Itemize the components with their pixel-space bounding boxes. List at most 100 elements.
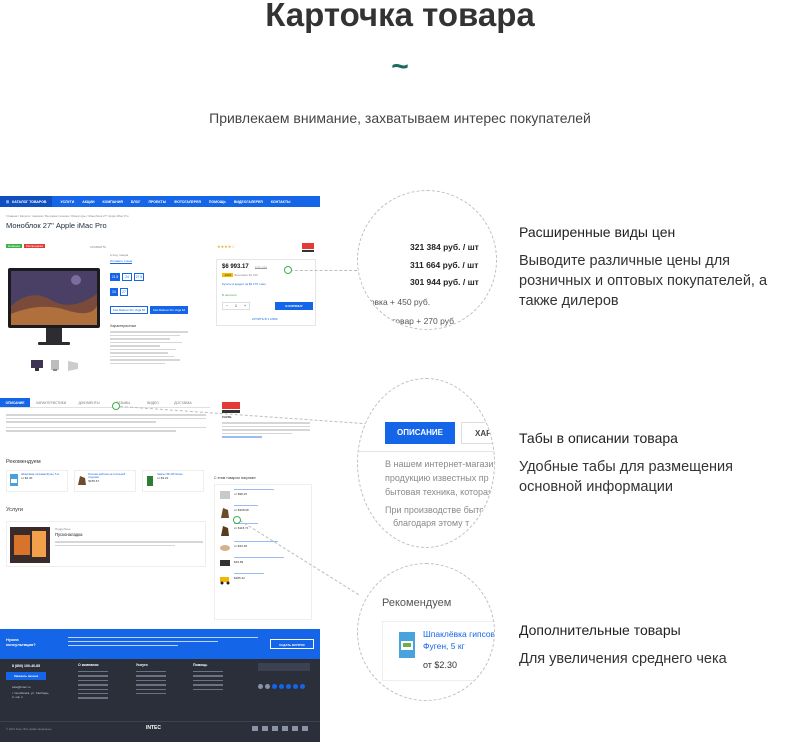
also-item[interactable]: от $98.25 [219, 489, 307, 501]
tab-description[interactable]: ОПИСАНИЕ [0, 398, 30, 407]
catalog-button[interactable]: ☰ КАТАЛОГ ТОВАРОВ [0, 196, 53, 207]
option-button[interactable]: 21.5 [110, 273, 120, 281]
thumbnail[interactable] [48, 359, 62, 372]
recommend-card-zoom[interactable]: Шпаклёвка гипсов Фуген, 5 кг от $2.30 [382, 621, 494, 681]
service-desc [55, 541, 203, 548]
also-bought-title: С этим товаром покупают [214, 476, 256, 480]
service-tag: Подробнее [55, 527, 71, 531]
nav-item[interactable]: ПРОЕКТЫ [148, 200, 166, 204]
spec-lines [110, 331, 188, 364]
recommend-card[interactable]: Ботинки рабочие на сплошной подошве $155.… [74, 470, 136, 492]
tab-specs-zoom[interactable]: ХАР [461, 422, 494, 444]
payment-icons [252, 726, 308, 731]
subscribe-title: Нужна консультация? [6, 637, 36, 647]
recommend-price: $155.67 [88, 479, 100, 483]
tab-description-zoom[interactable]: ОПИСАНИЕ [385, 422, 455, 444]
nav-item[interactable]: ПОМОЩЬ [209, 200, 226, 204]
tab-text-line: В нашем интернет-магази [385, 459, 494, 469]
recommend-card[interactable]: Шпаклёвка гипсовая Фуген, 5 кг от $2.30 [6, 470, 68, 492]
option-button[interactable]: 27 [120, 288, 128, 296]
nav-item[interactable]: УСЛУГИ [60, 200, 74, 204]
social-icon[interactable] [272, 684, 277, 689]
price-tier: 311 664 руб. / шт [410, 260, 479, 270]
breadcrumb[interactable]: Главная / Каталог товаров / Бытовая техн… [6, 214, 129, 218]
compare-link[interactable]: СРАВНИТЬ [90, 245, 106, 249]
option-button[interactable]: 27.5 [134, 273, 144, 281]
quick-order-link[interactable]: КУПИТЬ В 1 КЛИК [252, 317, 278, 321]
payment-icon [262, 726, 268, 731]
social-icon[interactable] [293, 684, 298, 689]
price-note: ковка + 450 руб. [366, 297, 431, 307]
footer: Нужна консультация? ЗАДАТЬ ВОПРОС 8 (800… [0, 629, 320, 742]
also-item[interactable]: $49.89 [219, 557, 307, 569]
size-options: 21.5 24 27.5 [110, 273, 188, 281]
payment-icon [252, 726, 258, 731]
thumbnail[interactable] [30, 359, 44, 372]
tab-delivery[interactable]: ДОСТАВКА [166, 398, 200, 407]
recommend-name-zoom[interactable]: Шпаклёвка гипсов [423, 629, 494, 639]
footer-divider [0, 721, 320, 722]
social-icon[interactable] [265, 684, 270, 689]
main-navbar: ☰ КАТАЛОГ ТОВАРОВ УСЛУГИ АКЦИИ КОМПАНИЯ … [0, 196, 320, 207]
footer-col: О компании [78, 663, 108, 702]
also-item[interactable]: от $33.38 [219, 541, 307, 553]
stock-status: В наличии [222, 293, 237, 297]
tab-documents[interactable]: ДОКУМЕНТЫ [72, 398, 106, 407]
social-icon[interactable] [286, 684, 291, 689]
callback-button[interactable]: Заказать звонок [6, 672, 46, 680]
nav-item[interactable]: АКЦИИ [82, 200, 94, 204]
nav-item[interactable]: БЛОГ [131, 200, 141, 204]
saving: Экономия $1 100 [234, 273, 258, 277]
ask-question-button[interactable]: ЗАДАТЬ ВОПРОС [270, 639, 314, 649]
footer-logo: INTEC [146, 725, 161, 731]
service-name[interactable]: Пусконаладка [55, 532, 82, 537]
tabs-bar: ОПИСАНИЕ ХАРАКТЕРИСТИКИ ДОКУМЕНТЫ ОТЗЫВЫ… [0, 398, 210, 408]
recommend-price-zoom: от $2.30 [423, 660, 457, 670]
reviews-link[interactable]: Оставить отзыв [110, 259, 188, 263]
product-image[interactable] [6, 266, 102, 352]
payment-icon [302, 726, 308, 731]
zoom-tabs: ОПИСАНИЕ ХАР В нашем интернет-магази про… [357, 378, 495, 548]
nav-item[interactable]: ФОТОГАЛЕРЕЯ [174, 200, 201, 204]
service-card[interactable]: Подробнее Пусконаладка [6, 521, 206, 567]
feature-title: Дополнительные товары [519, 622, 681, 638]
thumbnails [30, 359, 80, 372]
footer-email[interactable]: sale@intec.ru [12, 685, 30, 689]
payment-icon [272, 726, 278, 731]
also-item[interactable]: от $398.08 [219, 505, 307, 519]
credit-link[interactable]: Купить в кредит за $2 170 / мес [222, 282, 266, 286]
recommend-card[interactable]: Эмаль ПФ-115 белая от $3.22 [142, 470, 204, 492]
social-icon[interactable] [279, 684, 284, 689]
recommend-title-zoom: Рекомендуем [382, 597, 452, 609]
nav-item[interactable]: ВИДЕОГАЛЕРЕЯ [234, 200, 263, 204]
feature-title: Табы в описании товара [519, 430, 678, 446]
tab-text-line: продукцию известных пр [385, 473, 489, 483]
recommend-name-zoom[interactable]: Фуген, 5 кг [423, 641, 465, 651]
description-text [6, 414, 206, 434]
social-icon[interactable] [300, 684, 305, 689]
services-title: Услуги [6, 507, 23, 513]
catalog-label: КАТАЛОГ ТОВАРОВ [12, 199, 47, 204]
tab-video[interactable]: ВИДЕО [140, 398, 166, 407]
option-button[interactable]: 24 [122, 273, 132, 281]
tab-specs[interactable]: ХАРАКТЕРИСТИКИ [30, 398, 72, 407]
thumbnail[interactable] [66, 359, 80, 372]
service-image [10, 527, 50, 563]
option-button[interactable]: Intel Radeon Pro Vega 64 [150, 306, 188, 314]
also-item[interactable]: $286.32 [219, 573, 307, 585]
nav-item[interactable]: КОНТАКТЫ [271, 200, 291, 204]
price-tier: 321 384 руб. / шт [410, 242, 479, 252]
social-icon[interactable] [258, 684, 263, 689]
option-button[interactable]: 24 [110, 288, 118, 296]
brand-logo [302, 243, 314, 252]
feature-text: Удобные табы для размещения основной инф… [519, 459, 733, 495]
quantity-stepper[interactable]: −1 + [222, 302, 250, 310]
footer-search-input[interactable] [258, 663, 310, 671]
spec-title: Характеристики [110, 324, 136, 328]
footer-phone[interactable]: 8 (800) 100-40-85 [12, 664, 40, 668]
nav-item[interactable]: КОМПАНИЯ [102, 200, 122, 204]
add-to-cart-button[interactable]: В КОРЗИНУ [275, 302, 313, 310]
option-button[interactable]: Intel Radeon Pro Vega 56 [110, 306, 148, 314]
tab-text-line: бытовая техника, которая [385, 487, 493, 497]
tab-text-line: благодаря этому т [393, 518, 470, 528]
